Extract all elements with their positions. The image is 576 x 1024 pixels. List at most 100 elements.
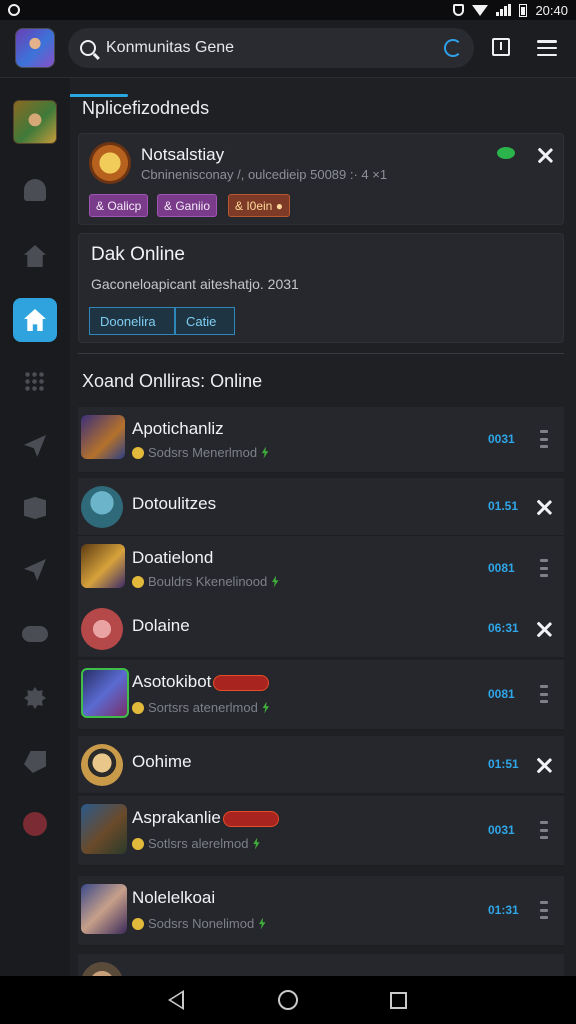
system-nav-bar bbox=[0, 976, 576, 1024]
sidebar-item-settings[interactable] bbox=[13, 676, 57, 720]
search-input[interactable]: Konmunitas Gene bbox=[106, 39, 444, 57]
brand-icon[interactable] bbox=[444, 39, 462, 57]
notifications-heading: Nplicefizodneds bbox=[82, 98, 210, 118]
profile-avatar[interactable] bbox=[15, 28, 55, 68]
friend-row[interactable]: Dotoulitzes 01.51 bbox=[78, 478, 564, 536]
friend-name: Dotoulitzes bbox=[132, 494, 217, 513]
search-icon bbox=[80, 40, 96, 56]
top-bar: Konmunitas Gene bbox=[0, 20, 576, 97]
notification-name: Notsalstiay bbox=[141, 145, 225, 164]
close-icon[interactable] bbox=[536, 621, 552, 637]
send-icon bbox=[24, 435, 46, 457]
bolt-icon bbox=[262, 701, 270, 714]
emoji-icon bbox=[132, 701, 144, 714]
primary-action-button[interactable]: Doonelira bbox=[89, 307, 175, 335]
friend-avatar bbox=[81, 744, 123, 786]
friend-row-partial[interactable] bbox=[78, 954, 564, 976]
info-square-icon[interactable] bbox=[492, 38, 510, 56]
friend-row[interactable]: Nolelelkoai Sodsrs Nonelimod 01:31 bbox=[78, 876, 564, 946]
friend-name: Asotokibot bbox=[132, 672, 270, 692]
gear-icon bbox=[24, 687, 46, 709]
online-friends-heading: Xoand Onlliras: Online bbox=[82, 371, 263, 391]
secondary-action-button[interactable]: Catie bbox=[175, 307, 235, 335]
gamepad-icon bbox=[22, 626, 48, 642]
friend-row[interactable]: Dolaine 06:31 bbox=[78, 600, 564, 658]
friend-time: 01.51 bbox=[488, 499, 519, 513]
friend-name: Apotichanliz bbox=[132, 419, 224, 438]
friend-status: Sodsrs Nonelimod bbox=[132, 916, 266, 931]
main-content: Nplicefizodneds Notsalstiay Cbnineniscon… bbox=[70, 78, 576, 976]
emoji-icon bbox=[132, 837, 144, 850]
friend-avatar bbox=[81, 486, 123, 528]
notification-subtitle: Cbninenisconay /, oulcedieip 50089 :· 4 … bbox=[141, 167, 388, 182]
friend-row[interactable]: Doatielond Bouldrs Kkenelinood 0081 bbox=[78, 536, 564, 602]
tag-chip[interactable]: & I0ein ● bbox=[228, 194, 290, 217]
home-circle-icon[interactable] bbox=[278, 990, 298, 1010]
notification-card[interactable]: Notsalstiay Cbninenisconay /, oulcedieip… bbox=[78, 133, 564, 225]
friend-name: Doatielond bbox=[132, 548, 214, 567]
friend-time: 06:31 bbox=[488, 621, 519, 635]
sidebar-item-home[interactable] bbox=[13, 298, 57, 342]
close-icon[interactable] bbox=[536, 757, 552, 773]
online-status-icon bbox=[497, 147, 515, 159]
sidebar-item-send-2[interactable] bbox=[13, 548, 57, 592]
bolt-icon bbox=[259, 917, 266, 930]
home-icon bbox=[24, 245, 46, 267]
more-options-icon[interactable] bbox=[540, 901, 548, 919]
app-notification-icon bbox=[8, 4, 20, 16]
friend-avatar bbox=[81, 608, 123, 650]
rank-badge-icon bbox=[222, 810, 279, 827]
more-options-icon[interactable] bbox=[540, 430, 548, 448]
friend-row[interactable]: Asotokibot Sortsrs atenerlmod 0081 bbox=[78, 660, 564, 730]
friend-avatar bbox=[81, 544, 125, 588]
friend-time: 0081 bbox=[488, 687, 515, 701]
emoji-icon bbox=[132, 446, 144, 459]
status-time: 20:40 bbox=[535, 2, 568, 18]
close-icon[interactable] bbox=[537, 147, 553, 163]
sidebar-item-alert[interactable] bbox=[13, 802, 57, 846]
friend-time: 0081 bbox=[488, 561, 515, 575]
sidebar-item-tag[interactable] bbox=[13, 740, 57, 784]
friend-status: Sodsrs Menerlmod bbox=[132, 445, 269, 460]
back-icon[interactable] bbox=[168, 990, 184, 1010]
friend-time: 0031 bbox=[488, 823, 515, 837]
recent-apps-icon[interactable] bbox=[390, 992, 407, 1009]
more-options-icon[interactable] bbox=[540, 821, 548, 839]
sidebar-item-box[interactable] bbox=[13, 486, 57, 530]
sidebar-item-lock[interactable] bbox=[13, 168, 57, 212]
server-avatar[interactable] bbox=[13, 100, 57, 144]
friend-name: Asprakanlie bbox=[132, 808, 279, 828]
section-divider bbox=[78, 353, 564, 354]
sidebar-item-home-alt[interactable] bbox=[13, 234, 57, 278]
online-card[interactable]: Dak Online Gaconeloapicant aiteshatjo. 2… bbox=[78, 233, 564, 343]
bolt-icon bbox=[253, 837, 260, 850]
close-icon[interactable] bbox=[536, 499, 552, 515]
shield-icon bbox=[453, 4, 465, 16]
achievement-icon bbox=[89, 142, 131, 184]
lock-icon bbox=[24, 179, 46, 201]
friend-avatar bbox=[81, 804, 127, 854]
online-card-subtitle: Gaconeloapicant aiteshatjo. 2031 bbox=[91, 276, 299, 292]
tag-chip[interactable]: & Ganiio bbox=[157, 194, 218, 217]
friend-row[interactable]: Oohime 01:51 bbox=[78, 736, 564, 794]
friend-avatar bbox=[81, 668, 129, 718]
more-options-icon[interactable] bbox=[540, 685, 548, 703]
friend-name: Dolaine bbox=[132, 616, 190, 635]
more-options-icon[interactable] bbox=[540, 559, 548, 577]
sidebar-item-send[interactable] bbox=[13, 424, 57, 468]
hamburger-menu-icon[interactable] bbox=[537, 40, 557, 56]
home-icon bbox=[24, 309, 46, 331]
friend-row[interactable]: Apotichanliz Sodsrs Menerlmod 0031 bbox=[78, 407, 564, 473]
sidebar-item-gamepad[interactable] bbox=[13, 612, 57, 656]
wifi-icon bbox=[472, 4, 489, 16]
friend-name: Oohime bbox=[132, 752, 192, 771]
tag-chip[interactable]: & Oalicp bbox=[89, 194, 149, 217]
friend-time: 0031 bbox=[488, 432, 515, 446]
search-bar[interactable]: Konmunitas Gene bbox=[68, 28, 474, 68]
friend-name: Nolelelkoai bbox=[132, 888, 216, 907]
sidebar-item-grid[interactable] bbox=[13, 360, 57, 404]
battery-icon bbox=[519, 3, 528, 17]
bolt-icon bbox=[272, 575, 279, 588]
online-card-title: Dak Online bbox=[91, 244, 185, 265]
friend-row[interactable]: Asprakanlie Sotlsrs alerelmod 0031 bbox=[78, 796, 564, 866]
